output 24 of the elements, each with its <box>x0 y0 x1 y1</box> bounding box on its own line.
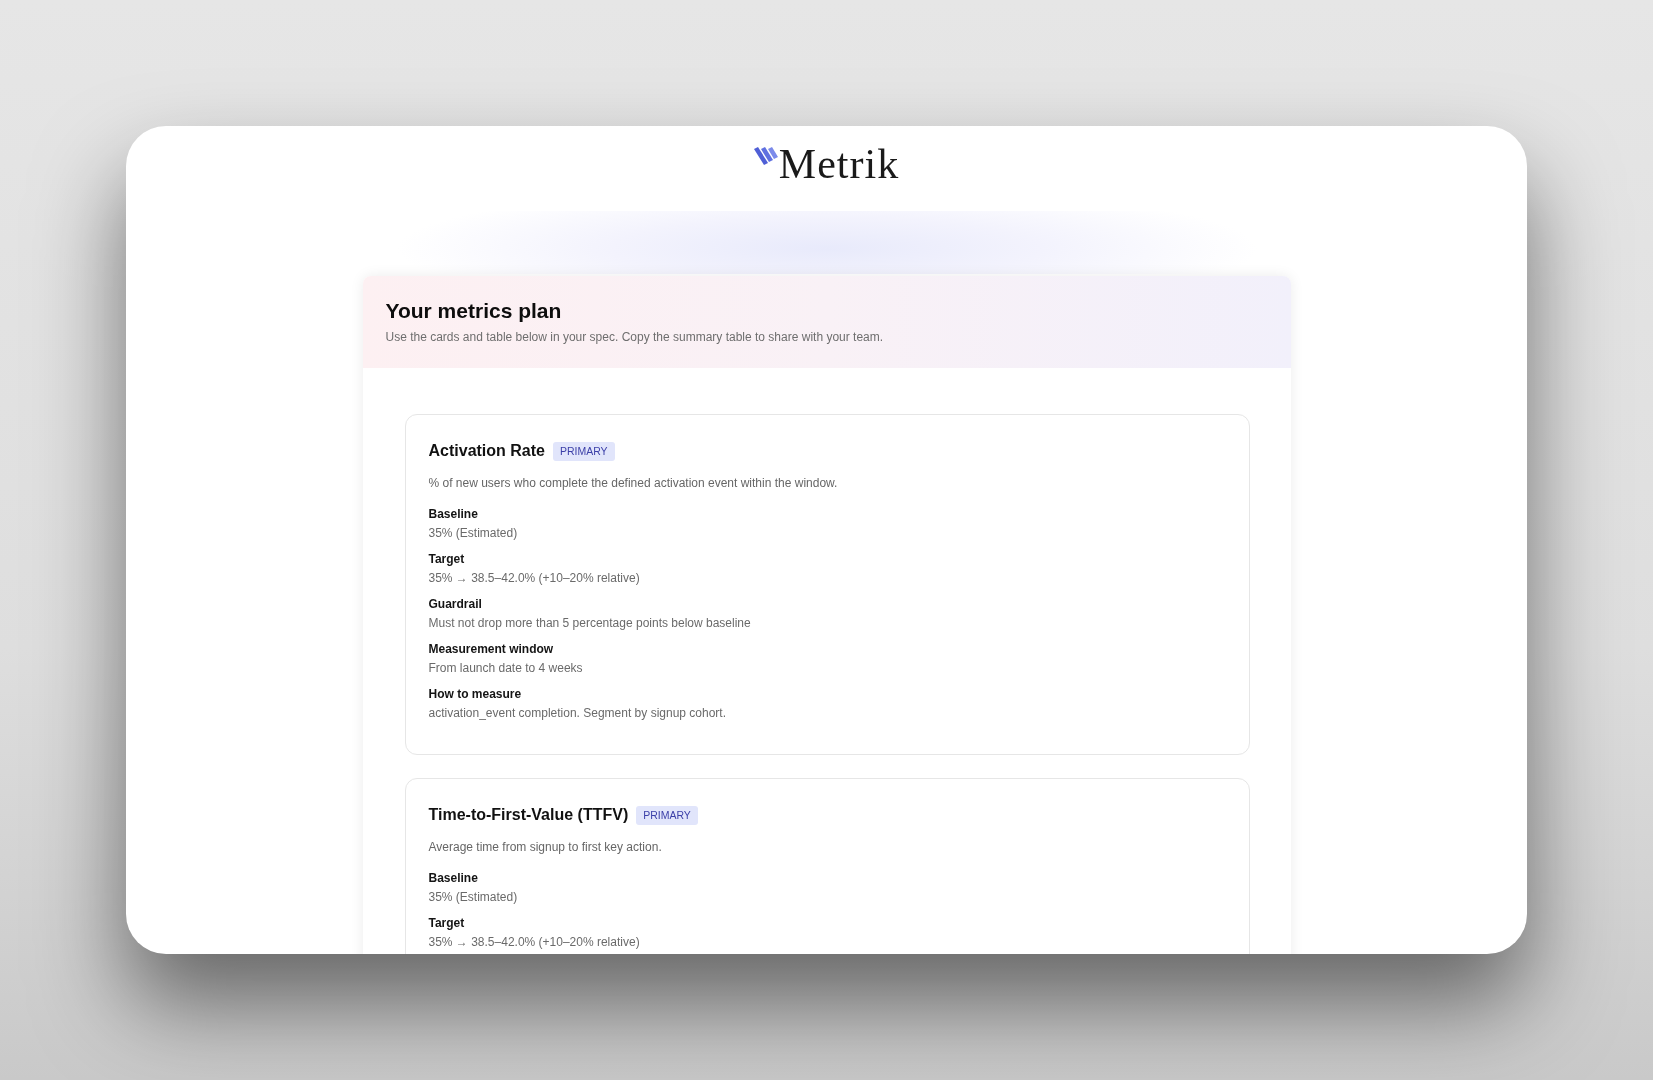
field-label: Target <box>428 915 465 932</box>
field-value: Must not drop more than 5 percentage points below baseline <box>428 615 751 632</box>
field-label: Baseline <box>428 870 478 887</box>
field-label: Target <box>428 551 465 568</box>
field-label: Guardrail <box>428 596 482 613</box>
field-label: Baseline <box>428 506 478 523</box>
metric-description: % of new users who complete the defined activation event within the window. <box>428 475 839 492</box>
stripes-logo-icon <box>753 147 778 165</box>
field-value: 35% → 38.5–42.0% (+10–20% relative) <box>428 570 640 587</box>
metric-description: Average time from signup to first key action. <box>428 839 663 856</box>
field-label: Measurement window <box>428 641 554 658</box>
field-label: How to measure <box>428 686 522 703</box>
primary-badge: PRIMARY <box>636 805 698 825</box>
metric-title: Time-to-First-Value (TTFV) <box>428 805 629 825</box>
field-value: 35% (Estimated) <box>428 525 518 542</box>
logo-wordmark: Metrik <box>778 143 900 185</box>
field-value: From launch date to 4 weeks <box>428 660 583 677</box>
plan-title: Your metrics plan <box>385 298 563 324</box>
plan-subtitle: Use the cards and table below in your spec. Copy the summary table to share with your team. <box>385 329 885 346</box>
field-value: 35% (Estimated) <box>428 889 518 906</box>
field-value: 35% → 38.5–42.0% (+10–20% relative) <box>428 934 640 951</box>
field-value: activation_event completion. Segment by signup cohort. <box>428 705 726 722</box>
metric-title: Activation Rate <box>428 441 545 461</box>
primary-badge: PRIMARY <box>552 441 615 461</box>
